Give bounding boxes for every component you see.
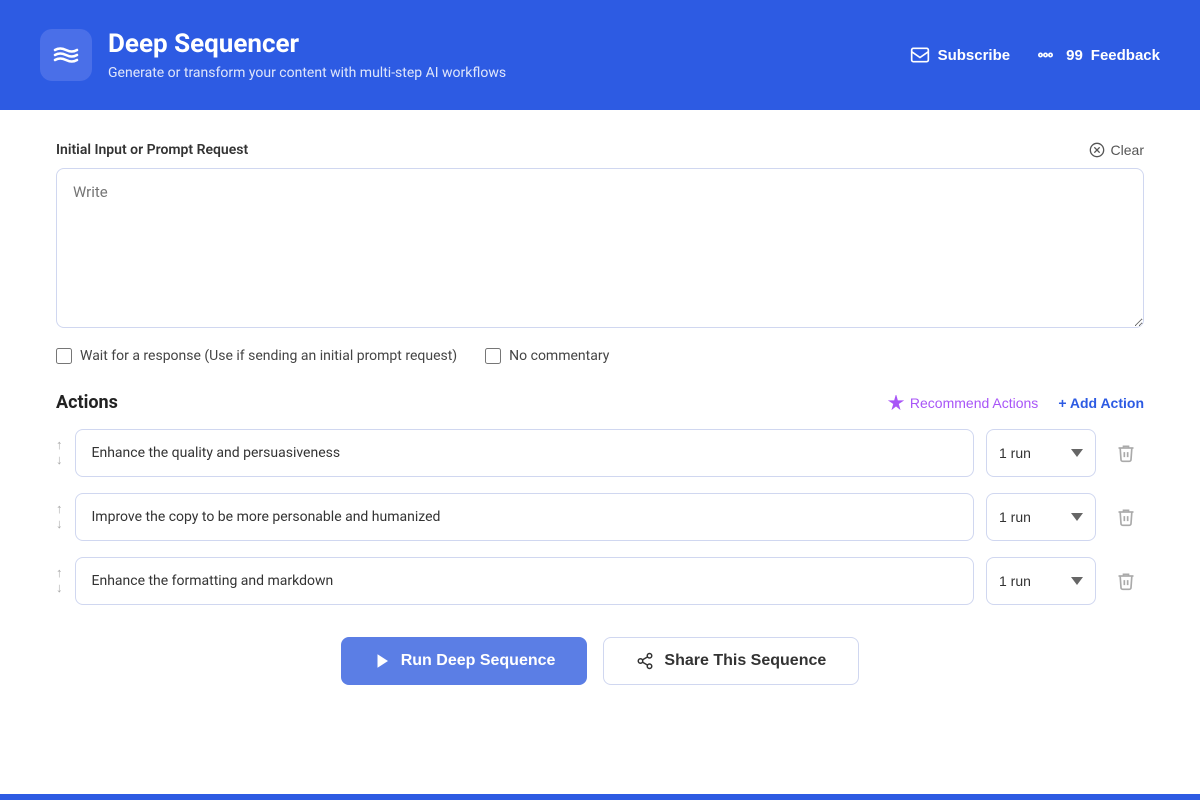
subscribe-button[interactable]: Subscribe [910, 45, 1011, 65]
no-commentary-label: No commentary [509, 348, 609, 364]
main-content: Initial Input or Prompt Request Clear Wa… [0, 110, 1200, 794]
app-title: Deep Sequencer [108, 29, 506, 60]
sort-down-arrow-2[interactable]: ↓ [56, 582, 63, 595]
bottom-bar [0, 794, 1200, 800]
actions-header-right: Recommend Actions + Add Action [888, 395, 1144, 411]
run-select-2[interactable]: 1 run2 runs3 runs [986, 557, 1096, 605]
bottom-buttons: Run Deep Sequence Share This Sequence [56, 637, 1144, 685]
feedback-count: 99 [1066, 47, 1083, 64]
clear-label: Clear [1111, 142, 1144, 158]
action-row: ↑ ↓ 1 run2 runs3 runs [56, 429, 1144, 477]
checkbox-row: Wait for a response (Use if sending an i… [56, 348, 1144, 364]
recommend-actions-button[interactable]: Recommend Actions [888, 395, 1038, 411]
sort-up-arrow-1[interactable]: ↑ [56, 503, 63, 516]
action-rows-container: ↑ ↓ 1 run2 runs3 runs ↑ ↓ 1 run2 runs3 r… [56, 429, 1144, 605]
delete-action-button-2[interactable] [1108, 563, 1144, 599]
header-title-block: Deep Sequencer Generate or transform you… [108, 29, 506, 80]
wait-response-label: Wait for a response (Use if sending an i… [80, 348, 457, 364]
actions-header: Actions Recommend Actions + Add Action [56, 392, 1144, 413]
sort-up-arrow-0[interactable]: ↑ [56, 439, 63, 452]
feedback-button[interactable]: 99 Feedback [1038, 45, 1160, 65]
no-commentary-checkbox-label[interactable]: No commentary [485, 348, 609, 364]
header-right: Subscribe 99 Feedback [910, 45, 1160, 65]
actions-title: Actions [56, 392, 118, 413]
input-label-row: Initial Input or Prompt Request Clear [56, 142, 1144, 158]
run-select-1[interactable]: 1 run2 runs3 runs [986, 493, 1096, 541]
add-action-label: + Add Action [1058, 395, 1144, 411]
delete-action-button-1[interactable] [1108, 499, 1144, 535]
sort-up-arrow-2[interactable]: ↑ [56, 567, 63, 580]
sort-arrows-0[interactable]: ↑ ↓ [56, 439, 63, 467]
delete-action-button-0[interactable] [1108, 435, 1144, 471]
share-label: Share This Sequence [664, 652, 826, 670]
run-deep-sequence-button[interactable]: Run Deep Sequence [341, 637, 588, 685]
wait-response-checkbox[interactable] [56, 348, 72, 364]
app-subtitle: Generate or transform your content with … [108, 65, 506, 81]
header: Deep Sequencer Generate or transform you… [0, 0, 1200, 110]
no-commentary-checkbox[interactable] [485, 348, 501, 364]
wait-response-checkbox-label[interactable]: Wait for a response (Use if sending an i… [56, 348, 457, 364]
share-sequence-button[interactable]: Share This Sequence [603, 637, 859, 685]
feedback-label: Feedback [1091, 47, 1160, 64]
sort-arrows-1[interactable]: ↑ ↓ [56, 503, 63, 531]
action-input-0[interactable] [75, 429, 975, 477]
run-select-0[interactable]: 1 run2 runs3 runs [986, 429, 1096, 477]
sort-down-arrow-0[interactable]: ↓ [56, 454, 63, 467]
input-section-label: Initial Input or Prompt Request [56, 142, 248, 158]
clear-button[interactable]: Clear [1089, 142, 1144, 158]
action-input-1[interactable] [75, 493, 975, 541]
add-action-button[interactable]: + Add Action [1058, 395, 1144, 411]
sort-arrows-2[interactable]: ↑ ↓ [56, 567, 63, 595]
subscribe-label: Subscribe [938, 47, 1011, 64]
run-label: Run Deep Sequence [401, 652, 556, 670]
action-row: ↑ ↓ 1 run2 runs3 runs [56, 557, 1144, 605]
header-left: Deep Sequencer Generate or transform you… [40, 29, 506, 81]
action-row: ↑ ↓ 1 run2 runs3 runs [56, 493, 1144, 541]
action-input-2[interactable] [75, 557, 975, 605]
recommend-label: Recommend Actions [910, 395, 1038, 411]
sort-down-arrow-1[interactable]: ↓ [56, 518, 63, 531]
prompt-textarea[interactable] [56, 168, 1144, 328]
logo-icon [40, 29, 92, 81]
